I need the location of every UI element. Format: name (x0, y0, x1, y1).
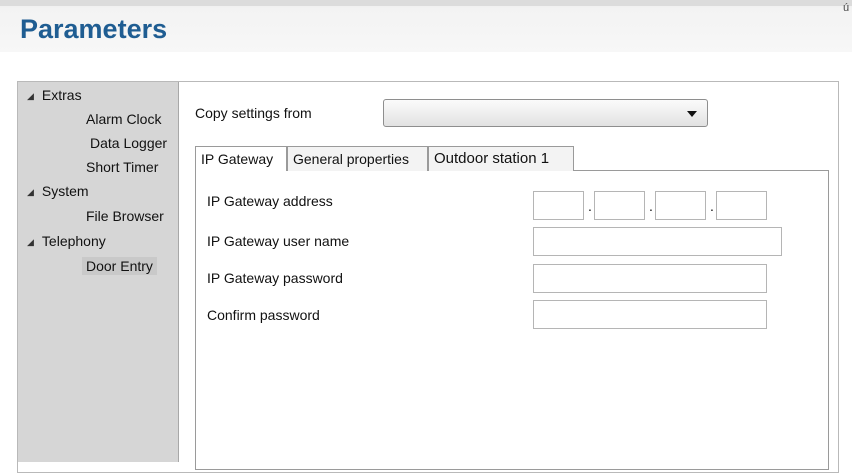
corner-mark: ú (843, 2, 850, 14)
tree-item-file-browser[interactable]: File Browser (86, 208, 164, 224)
tree-item-data-logger[interactable]: Data Logger (90, 135, 167, 151)
tree-node-label: System (41, 183, 89, 199)
tab-outdoor-station-1[interactable]: Outdoor station 1 (428, 146, 574, 171)
confirm-password-label: Confirm password (207, 307, 320, 323)
tree-item-door-entry[interactable]: Door Entry (82, 257, 157, 275)
tree-node-telephony[interactable]: ◢ Telephony (27, 233, 106, 249)
password-input[interactable] (533, 264, 767, 293)
tab-general-properties[interactable]: General properties (287, 146, 428, 171)
tab-ip-gateway[interactable]: IP Gateway (195, 146, 287, 171)
confirm-password-input[interactable] (533, 300, 767, 329)
page-title: Parameters (20, 14, 168, 44)
tree-node-extras[interactable]: ◢ Extras (27, 87, 82, 103)
tree-item-short-timer[interactable]: Short Timer (86, 159, 158, 175)
password-label: IP Gateway password (207, 270, 343, 286)
tree-node-label: Extras (41, 87, 82, 103)
header-top-strip (0, 0, 852, 6)
collapse-triangle-icon[interactable]: ◢ (27, 91, 34, 101)
ip-separator: . (588, 198, 592, 214)
collapse-triangle-icon[interactable]: ◢ (27, 237, 34, 247)
tree-item-alarm-clock[interactable]: Alarm Clock (86, 111, 161, 127)
ip-separator: . (649, 198, 653, 214)
page-header: Parameters ú (0, 0, 852, 52)
collapse-triangle-icon[interactable]: ◢ (27, 187, 34, 197)
tree-node-system[interactable]: ◢ System (27, 183, 89, 199)
ip-octet-4-input[interactable] (716, 191, 767, 220)
ip-separator: . (710, 198, 714, 214)
ip-octet-1-input[interactable] (533, 191, 584, 220)
user-name-input[interactable] (533, 227, 782, 256)
copy-settings-dropdown[interactable] (383, 99, 708, 127)
copy-settings-label: Copy settings from (195, 105, 312, 121)
user-name-label: IP Gateway user name (207, 233, 350, 249)
chevron-down-icon (687, 111, 697, 117)
ip-gateway-address-label: IP Gateway address (207, 193, 333, 209)
ip-octet-3-input[interactable] (655, 191, 706, 220)
tree-node-label: Telephony (41, 233, 106, 249)
sidebar-tree: ◢ Extras Alarm Clock Data Logger Short Ti… (18, 82, 179, 462)
ip-octet-2-input[interactable] (594, 191, 645, 220)
